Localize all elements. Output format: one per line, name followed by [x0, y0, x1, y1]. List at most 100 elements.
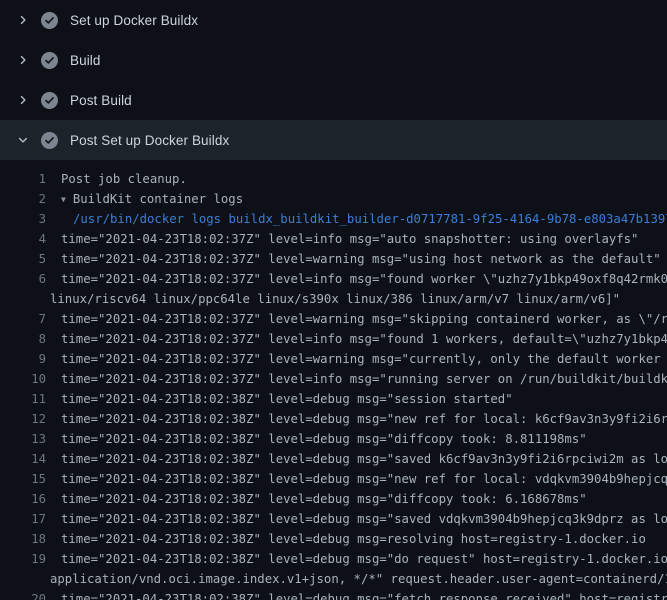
line-number[interactable]: 18: [0, 529, 46, 549]
line-number[interactable]: 10: [0, 369, 46, 389]
log-text: time="2021-04-23T18:02:37Z" level=info m…: [46, 229, 638, 249]
check-circle-icon: [41, 12, 58, 29]
check-circle-icon: [41, 92, 58, 109]
log-row: 6 time="2021-04-23T18:02:37Z" level=info…: [0, 269, 667, 289]
log-text: time="2021-04-23T18:02:38Z" level=debug …: [46, 429, 587, 449]
log-text-content: time="2021-04-23T18:02:38Z" level=debug …: [61, 552, 667, 566]
log-text-content: time="2021-04-23T18:02:37Z" level=info m…: [61, 272, 667, 286]
log-row: linux/riscv64 linux/ppc64le linux/s390x …: [0, 289, 667, 309]
log-row: 17 time="2021-04-23T18:02:38Z" level=deb…: [0, 509, 667, 529]
step-header[interactable]: Post Build: [0, 80, 667, 120]
log-text: time="2021-04-23T18:02:37Z" level=warnin…: [46, 349, 667, 369]
step-label: Post Set up Docker Buildx: [70, 133, 229, 148]
step-label: Set up Docker Buildx: [70, 13, 198, 28]
line-number[interactable]: 2: [0, 189, 46, 209]
log-text: time="2021-04-23T18:02:38Z" level=debug …: [46, 409, 667, 429]
log-text: time="2021-04-23T18:02:37Z" level=info m…: [46, 369, 667, 389]
log-text: time="2021-04-23T18:02:38Z" level=debug …: [46, 489, 587, 509]
line-number[interactable]: 16: [0, 489, 46, 509]
log-text: time="2021-04-23T18:02:38Z" level=debug …: [46, 469, 667, 489]
log-row: 1 Post job cleanup.: [0, 169, 667, 189]
log-row-command: 3 /usr/bin/docker logs buildx_buildkit_b…: [0, 209, 667, 229]
log-row: application/vnd.oci.image.index.v1+json,…: [0, 569, 667, 589]
log-row: 5 time="2021-04-23T18:02:37Z" level=warn…: [0, 249, 667, 269]
chevron-down-icon[interactable]: [14, 132, 32, 148]
log-text: time="2021-04-23T18:02:38Z" level=debug …: [46, 589, 667, 600]
log-text: linux/riscv64 linux/ppc64le linux/s390x …: [0, 289, 620, 309]
triangle-down-icon[interactable]: ▼: [61, 190, 66, 209]
log-text: time="2021-04-23T18:02:37Z" level=info m…: [46, 269, 667, 289]
log-row: 4 time="2021-04-23T18:02:37Z" level=info…: [0, 229, 667, 249]
log-text-content: time="2021-04-23T18:02:37Z" level=warnin…: [61, 252, 661, 266]
log-text-content: /usr/bin/docker logs buildx_buildkit_bui…: [73, 212, 667, 226]
log-text-content: time="2021-04-23T18:02:37Z" level=warnin…: [61, 352, 667, 366]
log-text-content: Post job cleanup.: [61, 172, 187, 186]
log-text-content: linux/riscv64 linux/ppc64le linux/s390x …: [50, 292, 620, 306]
log-text-content: time="2021-04-23T18:02:38Z" level=debug …: [61, 532, 646, 546]
line-number[interactable]: 19: [0, 549, 46, 569]
log-text-content: time="2021-04-23T18:02:38Z" level=debug …: [61, 432, 587, 446]
line-number[interactable]: 17: [0, 509, 46, 529]
step-header[interactable]: Post Set up Docker Buildx: [0, 120, 667, 160]
log-text: time="2021-04-23T18:02:37Z" level=warnin…: [46, 309, 667, 329]
line-number[interactable]: 3: [0, 209, 46, 229]
log-text-content: time="2021-04-23T18:02:38Z" level=debug …: [61, 472, 667, 486]
line-number[interactable]: 4: [0, 229, 46, 249]
line-number[interactable]: 12: [0, 409, 46, 429]
log-text: time="2021-04-23T18:02:38Z" level=debug …: [46, 549, 667, 569]
check-circle-icon: [41, 132, 58, 149]
line-number[interactable]: 6: [0, 269, 46, 289]
chevron-right-icon[interactable]: [14, 52, 32, 68]
log-text-content: time="2021-04-23T18:02:37Z" level=info m…: [61, 232, 638, 246]
log-text-content: time="2021-04-23T18:02:38Z" level=debug …: [61, 492, 587, 506]
log-row: 8 time="2021-04-23T18:02:37Z" level=info…: [0, 329, 667, 349]
log-row: 12 time="2021-04-23T18:02:38Z" level=deb…: [0, 409, 667, 429]
line-number[interactable]: 13: [0, 429, 46, 449]
log-text: time="2021-04-23T18:02:38Z" level=debug …: [46, 449, 667, 469]
line-number[interactable]: 15: [0, 469, 46, 489]
log-text[interactable]: ▼ BuildKit container logs: [46, 189, 243, 209]
log-text: time="2021-04-23T18:02:37Z" level=info m…: [46, 329, 667, 349]
step-label: Build: [70, 53, 101, 68]
log-text-content: time="2021-04-23T18:02:37Z" level=info m…: [61, 332, 667, 346]
log-text: application/vnd.oci.image.index.v1+json,…: [0, 569, 667, 589]
line-number[interactable]: 14: [0, 449, 46, 469]
log-text-content: time="2021-04-23T18:02:37Z" level=info m…: [61, 372, 667, 386]
log-row: 16 time="2021-04-23T18:02:38Z" level=deb…: [0, 489, 667, 509]
log-text: time="2021-04-23T18:02:38Z" level=debug …: [46, 509, 667, 529]
log-row: 7 time="2021-04-23T18:02:37Z" level=warn…: [0, 309, 667, 329]
log-text-content: time="2021-04-23T18:02:38Z" level=debug …: [61, 512, 667, 526]
log-text-content: time="2021-04-23T18:02:38Z" level=debug …: [61, 392, 513, 406]
line-number[interactable]: 8: [0, 329, 46, 349]
chevron-right-icon[interactable]: [14, 12, 32, 28]
step-list: Set up Docker Buildx Build Post Build: [0, 0, 667, 160]
step-header[interactable]: Set up Docker Buildx: [0, 0, 667, 40]
line-number[interactable]: 20: [0, 589, 46, 600]
log-text-content: time="2021-04-23T18:02:38Z" level=debug …: [61, 452, 667, 466]
log-row: 2 ▼ BuildKit container logs: [0, 189, 667, 209]
log-text: time="2021-04-23T18:02:37Z" level=warnin…: [46, 249, 661, 269]
log-text-content: BuildKit container logs: [73, 192, 243, 206]
log-text-content: time="2021-04-23T18:02:38Z" level=debug …: [61, 412, 667, 426]
log-text-content: time="2021-04-23T18:02:37Z" level=warnin…: [61, 312, 667, 326]
log-text-content: time="2021-04-23T18:02:38Z" level=debug …: [61, 592, 667, 600]
log-text: /usr/bin/docker logs buildx_buildkit_bui…: [46, 209, 667, 229]
line-number[interactable]: 5: [0, 249, 46, 269]
line-number[interactable]: 1: [0, 169, 46, 189]
step-label: Post Build: [70, 93, 132, 108]
log-row: 15 time="2021-04-23T18:02:38Z" level=deb…: [0, 469, 667, 489]
step-header[interactable]: Build: [0, 40, 667, 80]
log-text: time="2021-04-23T18:02:38Z" level=debug …: [46, 389, 513, 409]
check-circle-icon: [41, 52, 58, 69]
log-row: 14 time="2021-04-23T18:02:38Z" level=deb…: [0, 449, 667, 469]
log-row: 19 time="2021-04-23T18:02:38Z" level=deb…: [0, 549, 667, 569]
log-row: 9 time="2021-04-23T18:02:37Z" level=warn…: [0, 349, 667, 369]
chevron-right-icon[interactable]: [14, 92, 32, 108]
log-row: 18 time="2021-04-23T18:02:38Z" level=deb…: [0, 529, 667, 549]
line-number[interactable]: 7: [0, 309, 46, 329]
log-row: 10 time="2021-04-23T18:02:37Z" level=inf…: [0, 369, 667, 389]
line-number[interactable]: 9: [0, 349, 46, 369]
log-area: 1 Post job cleanup. 2 ▼ BuildKit containe…: [0, 160, 667, 600]
log-row: 20 time="2021-04-23T18:02:38Z" level=deb…: [0, 589, 667, 600]
line-number[interactable]: 11: [0, 389, 46, 409]
